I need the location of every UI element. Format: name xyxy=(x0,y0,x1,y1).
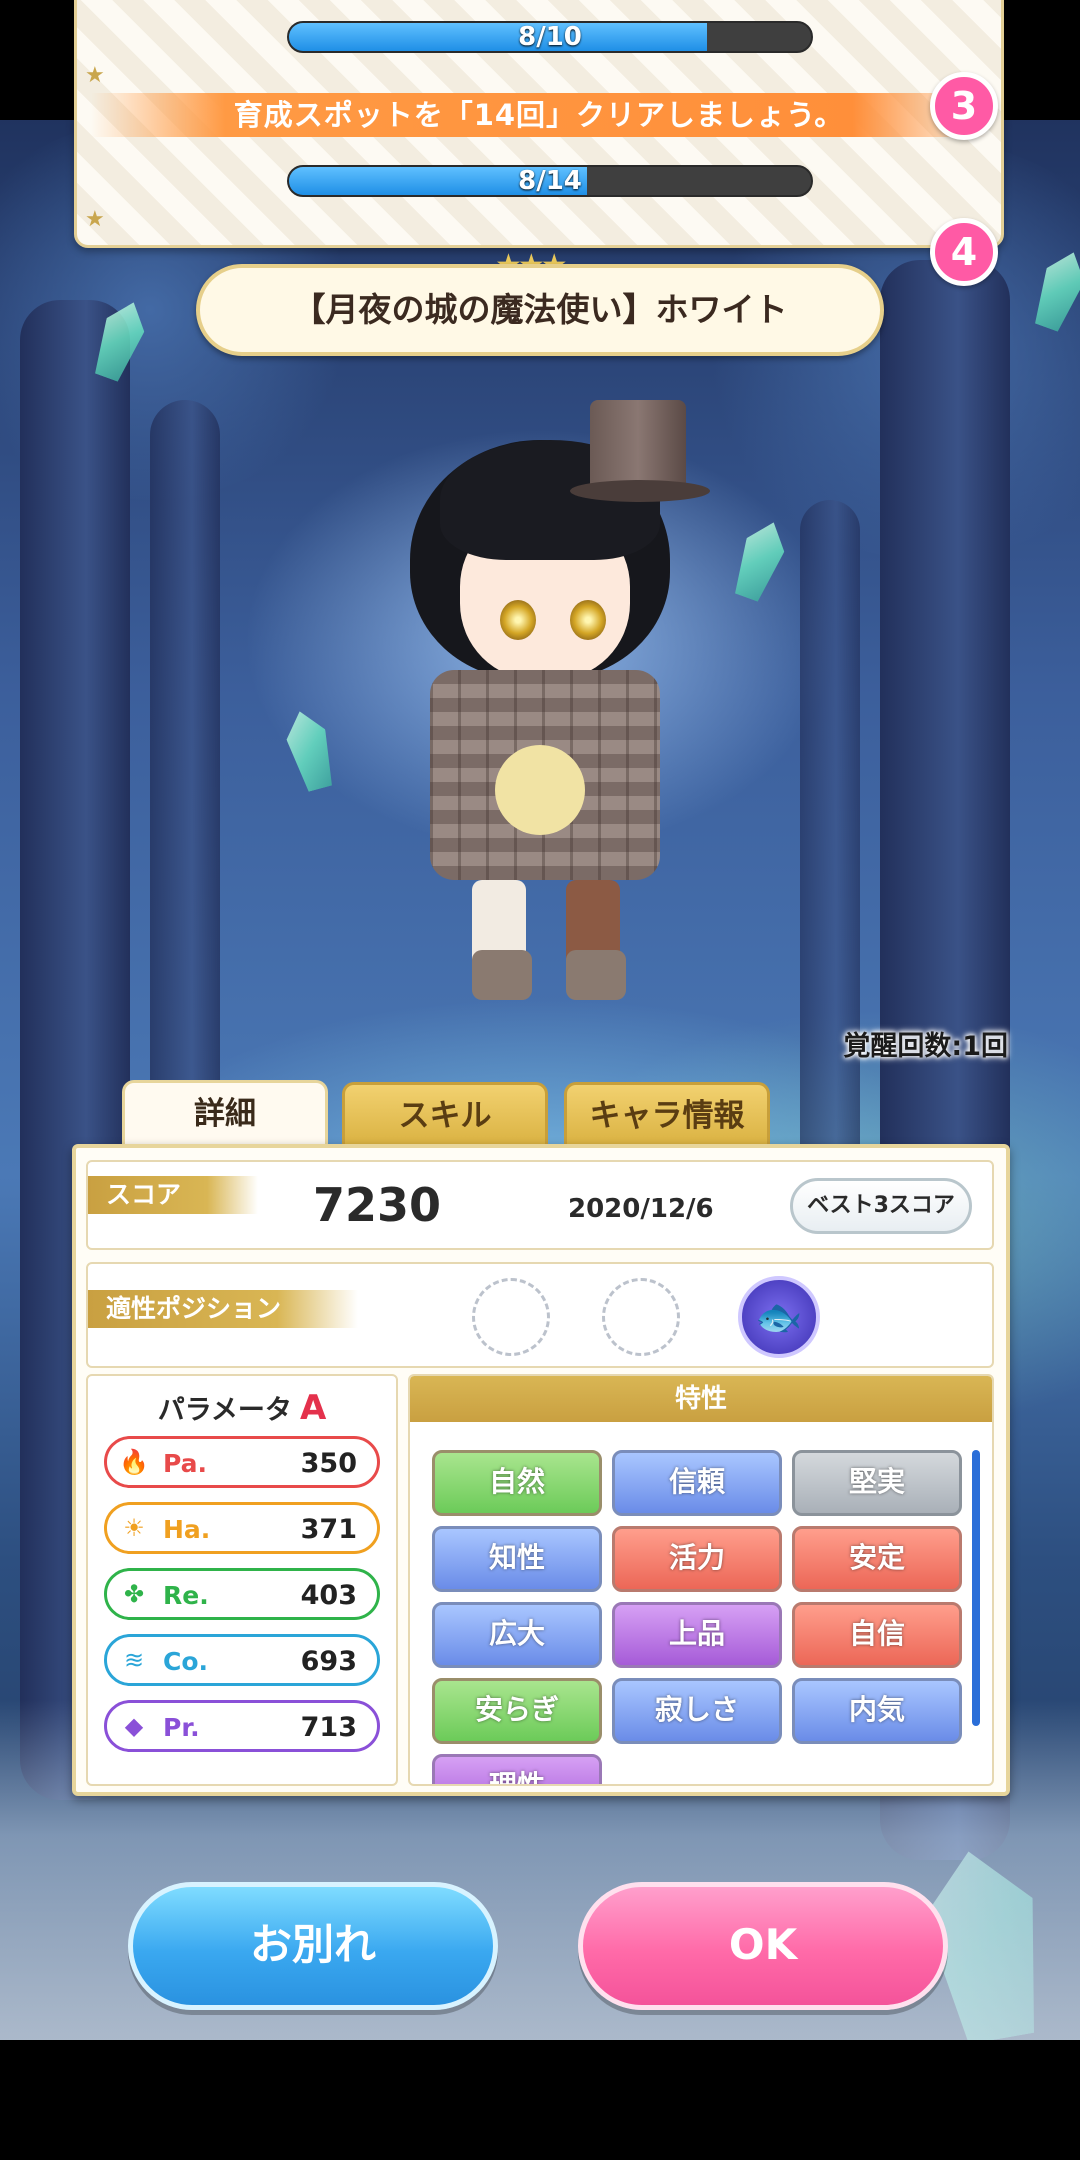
trait-badge[interactable]: 広大 xyxy=(432,1602,602,1668)
awakening-count: 覚醒回数:1回 xyxy=(843,1031,1008,1062)
stat-value: 693 xyxy=(300,1646,357,1677)
stat-name: Ha. xyxy=(163,1515,211,1544)
tab-details[interactable]: 詳細 xyxy=(122,1080,328,1152)
fish-position-icon: 🐟 xyxy=(738,1276,820,1358)
trait-badge[interactable]: 自然 xyxy=(432,1450,602,1516)
trait-badge[interactable]: 自信 xyxy=(792,1602,962,1668)
stat-value: 403 xyxy=(300,1580,357,1611)
position-slot-empty xyxy=(602,1278,680,1356)
star-icon: ★ xyxy=(85,63,105,88)
trait-badge[interactable]: 理性 xyxy=(432,1754,602,1784)
mission-number-badge: 3 xyxy=(930,72,998,140)
trait-badge[interactable]: 堅実 xyxy=(792,1450,962,1516)
score-date: 2020/12/6 xyxy=(568,1194,714,1224)
farewell-button[interactable]: お別れ xyxy=(128,1882,498,2010)
trait-badge[interactable]: 安定 xyxy=(792,1526,962,1592)
position-section: 適性ポジション 🐟 xyxy=(86,1262,994,1368)
mission-progress-bar: 8/10 xyxy=(287,21,813,53)
position-label: 適性ポジション xyxy=(88,1290,358,1328)
details-panel: スコア 7230 2020/12/6 ベスト3スコア 適性ポジション 🐟 パラメ… xyxy=(72,1144,1010,1796)
character-name: 【月夜の城の魔法使い】ホワイト xyxy=(196,264,884,356)
trait-badge[interactable]: 内気 xyxy=(792,1678,962,1744)
stat-value: 350 xyxy=(300,1448,357,1479)
mission-title: 育成スポットを「14回」クリアしましょう。 xyxy=(91,93,987,137)
trait-badge[interactable]: 寂しさ xyxy=(612,1678,782,1744)
stat-pa: 🔥 Pa. 350 xyxy=(104,1436,380,1488)
stat-co: ≋ Co. 693 xyxy=(104,1634,380,1686)
diamond-icon: ◆ xyxy=(124,1712,144,1740)
tree-trunk xyxy=(800,500,860,1200)
best3-score-button[interactable]: ベスト3スコア xyxy=(790,1178,972,1234)
trait-badge[interactable]: 活力 xyxy=(612,1526,782,1592)
parameter-title-text: パラメータ xyxy=(157,1395,292,1426)
parameter-title: パラメータ A xyxy=(88,1388,396,1428)
ok-button[interactable]: OK xyxy=(578,1882,948,2010)
trait-section: 特性 自然 信頼 堅実知性 活力 安定広大 上品 自信安らぎ 寂しさ 内気理性 xyxy=(408,1374,994,1786)
stat-value: 713 xyxy=(300,1712,357,1743)
stat-ha: ☀ Ha. 371 xyxy=(104,1502,380,1554)
stat-name: Pa. xyxy=(163,1449,208,1478)
stat-name: Re. xyxy=(163,1581,209,1610)
star-icon: ★ xyxy=(85,207,105,232)
score-section: スコア 7230 2020/12/6 ベスト3スコア xyxy=(86,1160,994,1250)
score-label: スコア xyxy=(88,1176,258,1214)
trait-scrollbar[interactable] xyxy=(972,1450,980,1726)
trait-title: 特性 xyxy=(410,1376,992,1422)
mission-progress-bar: 8/14 xyxy=(287,165,813,197)
stat-value: 371 xyxy=(300,1514,357,1545)
sun-icon: ☀ xyxy=(123,1514,145,1542)
stat-re: ✤ Re. 403 xyxy=(104,1568,380,1620)
trait-badge[interactable]: 安らぎ xyxy=(432,1678,602,1744)
mission-progress-text: 8/10 xyxy=(518,22,582,52)
character-figure[interactable] xyxy=(400,400,720,1020)
score-value: 7230 xyxy=(313,1178,442,1232)
parameter-rank: A xyxy=(299,1388,327,1428)
position-slot-empty xyxy=(472,1278,550,1356)
tab-skill[interactable]: スキル xyxy=(342,1082,548,1148)
trait-badge[interactable]: 知性 xyxy=(432,1526,602,1592)
clover-icon: ✤ xyxy=(123,1580,145,1608)
bottom-bar xyxy=(0,2040,1080,2160)
trait-badge[interactable]: 上品 xyxy=(612,1602,782,1668)
stat-pr: ◆ Pr. 713 xyxy=(104,1700,380,1752)
flame-icon: 🔥 xyxy=(119,1448,149,1476)
stat-name: Pr. xyxy=(163,1713,200,1742)
tab-character-info[interactable]: キャラ情報 xyxy=(564,1082,770,1148)
mission-progress-text: 8/14 xyxy=(518,166,582,196)
trait-badge[interactable]: 信頼 xyxy=(612,1450,782,1516)
mission-panel: 8/10 ★ 育成スポットを「14回」クリアしましょう。 8/14 ★ xyxy=(74,0,1004,248)
parameter-section: パラメータ A 🔥 Pa. 350 ☀ Ha. 371 ✤ Re. 403 ≋ Co. 693 ◆ Pr. 7… xyxy=(86,1374,398,1786)
wave-icon: ≋ xyxy=(123,1646,145,1674)
mission-number-badge: 4 xyxy=(930,218,998,286)
stat-name: Co. xyxy=(163,1647,209,1676)
